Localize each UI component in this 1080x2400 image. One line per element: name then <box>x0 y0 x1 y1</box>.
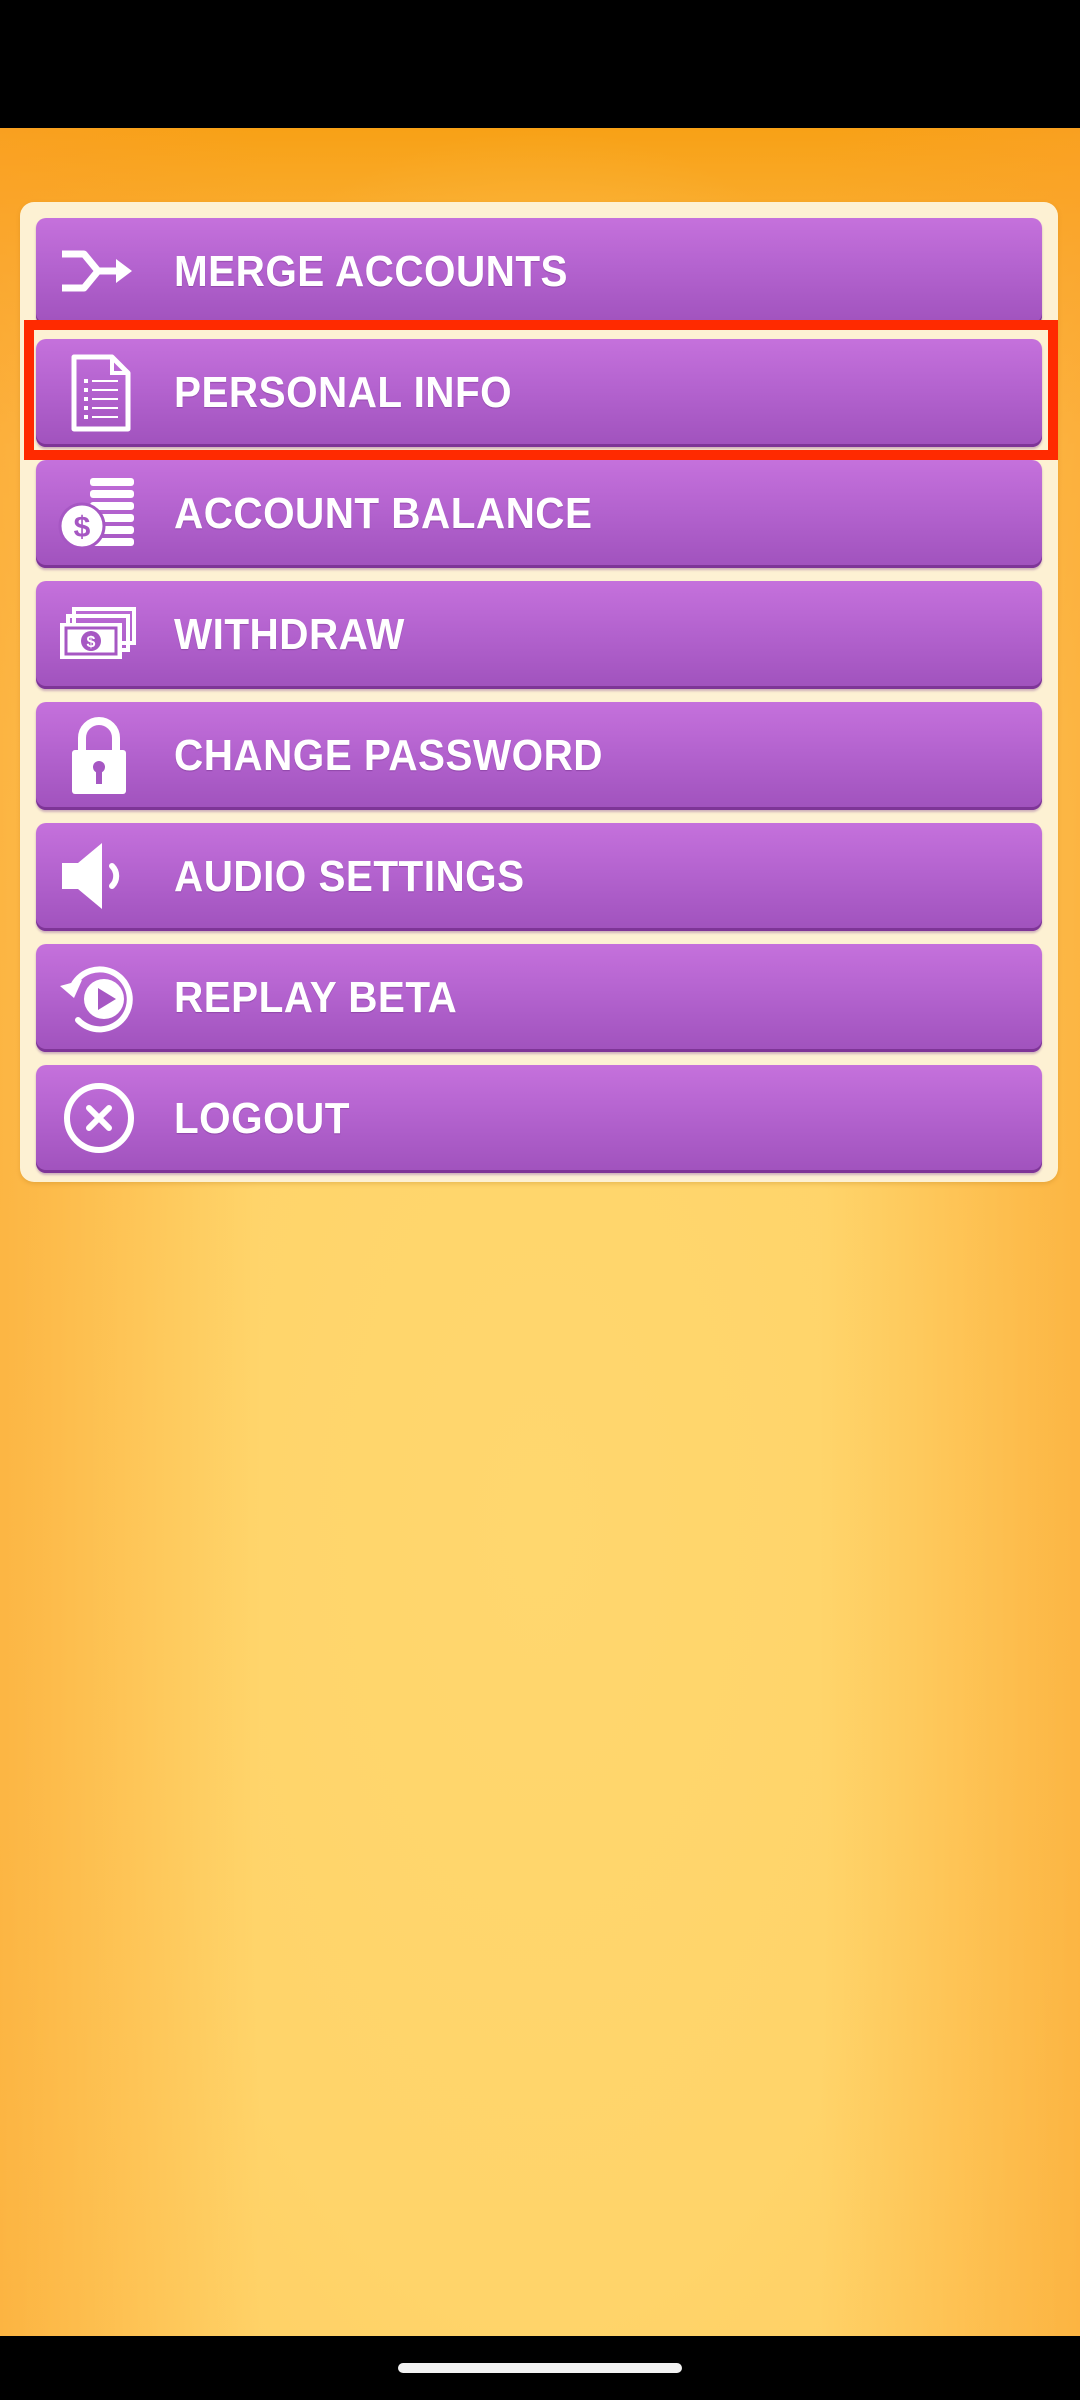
account-balance-button[interactable]: $ ACCOUNT BALANCE <box>36 460 1042 568</box>
personal-info-label: PERSONAL INFO <box>174 368 513 417</box>
replay-icon <box>56 954 142 1040</box>
personal-info-button[interactable]: PERSONAL INFO <box>36 339 1042 447</box>
document-icon <box>56 349 142 435</box>
svg-text:$: $ <box>74 511 91 544</box>
logout-button[interactable]: LOGOUT <box>36 1065 1042 1173</box>
change-password-label: CHANGE PASSWORD <box>174 731 603 780</box>
coins-icon: $ <box>56 470 142 556</box>
banknotes-icon: $ <box>56 591 142 677</box>
withdraw-button[interactable]: $ WITHDRAW <box>36 581 1042 689</box>
change-password-button[interactable]: CHANGE PASSWORD <box>36 702 1042 810</box>
close-circle-icon <box>56 1075 142 1161</box>
navigation-bar <box>0 2336 1080 2400</box>
svg-text:$: $ <box>87 634 96 651</box>
home-indicator[interactable] <box>398 2363 682 2373</box>
account-balance-label: ACCOUNT BALANCE <box>174 489 593 538</box>
replay-beta-label: REPLAY BETA <box>174 973 458 1022</box>
audio-settings-button[interactable]: AUDIO SETTINGS <box>36 823 1042 931</box>
status-bar <box>0 0 1080 128</box>
withdraw-label: WITHDRAW <box>174 610 405 659</box>
menu-panel: MERGE ACCOUNTS PERSONAL INFO $ ACCOUNT B… <box>20 202 1058 1182</box>
logout-label: LOGOUT <box>174 1094 350 1143</box>
lock-icon <box>56 712 142 798</box>
speaker-icon <box>56 833 142 919</box>
replay-beta-button[interactable]: REPLAY BETA <box>36 944 1042 1052</box>
merge-accounts-label: MERGE ACCOUNTS <box>174 247 569 296</box>
audio-settings-label: AUDIO SETTINGS <box>174 852 525 901</box>
merge-icon <box>56 228 142 314</box>
merge-accounts-button[interactable]: MERGE ACCOUNTS <box>36 218 1042 326</box>
